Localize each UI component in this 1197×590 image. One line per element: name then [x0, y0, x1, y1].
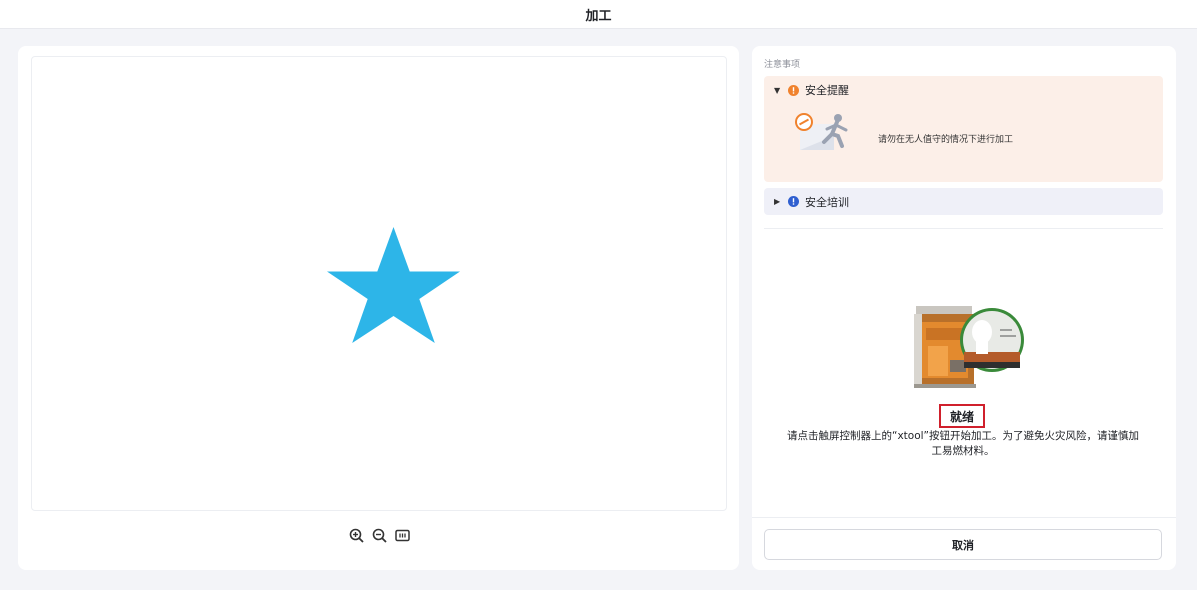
safety-training-accordion: ▶ 安全培训: [764, 188, 1163, 215]
preview-panel: [18, 46, 739, 570]
window-title: 加工: [585, 8, 612, 24]
process-panel: 注意事项 ▼ 安全提醒 请勿在无人值守的情况下进行加工 ▶ 安全培训 就绪 请点…: [752, 46, 1176, 570]
safety-reminder-header[interactable]: ▼ 安全提醒: [764, 76, 1163, 104]
caret-down-icon: ▼: [774, 85, 781, 95]
safety-reminder-body: 请勿在无人值守的情况下进行加工: [764, 104, 1163, 182]
fit-screen-icon[interactable]: [394, 527, 411, 544]
status-label: 就绪: [949, 409, 974, 424]
notice-section-label: 注意事项: [764, 60, 801, 70]
safety-reminder-message: 请勿在无人值守的情况下进行加工: [878, 135, 1014, 145]
divider: [764, 228, 1163, 229]
laser-machine-illustration: [914, 306, 1024, 388]
safety-training-header[interactable]: ▶ 安全培训: [764, 188, 1163, 215]
status-badge: 就绪: [939, 404, 985, 428]
safety-reminder-accordion: ▼ 安全提醒 请勿在无人值守的情况下进行加工: [764, 76, 1163, 182]
status-message: 请点击触屏控制器上的“xtool”按钮开始加工。为了避免火灾风险，请谨慎加工易燃…: [787, 430, 1139, 457]
cancel-button[interactable]: 取消: [764, 529, 1162, 560]
star-shape: [327, 227, 460, 343]
title-bar: 加工: [0, 0, 1197, 29]
zoom-controls: [348, 525, 411, 545]
zoom-out-icon[interactable]: [371, 527, 388, 544]
safety-reminder-title: 安全提醒: [805, 84, 849, 97]
caret-right-icon: ▶: [774, 197, 781, 206]
warning-icon: [788, 84, 799, 96]
info-icon: [788, 196, 799, 207]
divider: [752, 517, 1176, 518]
preview-canvas[interactable]: [31, 56, 727, 511]
unattended-warning-illustration: [795, 113, 848, 150]
zoom-in-icon[interactable]: [348, 527, 365, 544]
safety-training-title: 安全培训: [805, 195, 849, 209]
